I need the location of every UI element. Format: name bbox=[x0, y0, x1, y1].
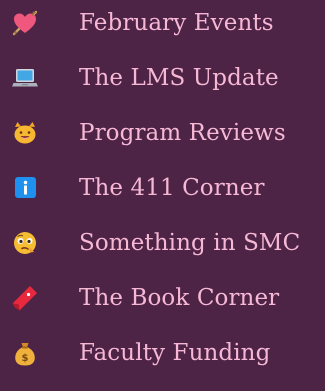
heart-with-arrow-icon bbox=[10, 8, 40, 38]
money-bag-icon: $ bbox=[10, 338, 40, 368]
menu-item-label: Faculty Funding bbox=[79, 340, 271, 366]
svg-text:$: $ bbox=[22, 353, 29, 364]
menu-item-label: Something in SMC bbox=[79, 230, 301, 256]
menu-item-label: The 411 Corner bbox=[79, 175, 265, 201]
menu-item-lms-update[interactable]: The LMS Update bbox=[0, 59, 325, 99]
menu-item-book-corner[interactable]: The Book Corner bbox=[0, 279, 325, 319]
grinning-cat-icon bbox=[10, 118, 40, 148]
newsletter-menu: February Events The LMS Update Program R… bbox=[0, 0, 325, 391]
face-with-raised-eyebrow-icon bbox=[10, 228, 40, 258]
menu-item-program-reviews[interactable]: Program Reviews bbox=[0, 114, 325, 154]
menu-item-february-events[interactable]: February Events bbox=[0, 4, 325, 44]
laptop-icon bbox=[10, 63, 40, 93]
bookmark-icon bbox=[10, 283, 40, 313]
menu-item-something-in-smc[interactable]: Something in SMC bbox=[0, 224, 325, 264]
menu-item-label: February Events bbox=[79, 10, 274, 36]
information-icon bbox=[10, 173, 40, 203]
menu-item-label: The Book Corner bbox=[79, 285, 280, 311]
menu-item-411-corner[interactable]: The 411 Corner bbox=[0, 169, 325, 209]
menu-item-label: Program Reviews bbox=[79, 120, 286, 146]
menu-item-faculty-funding[interactable]: $ Faculty Funding bbox=[0, 334, 325, 374]
menu-item-label: The LMS Update bbox=[79, 65, 279, 91]
